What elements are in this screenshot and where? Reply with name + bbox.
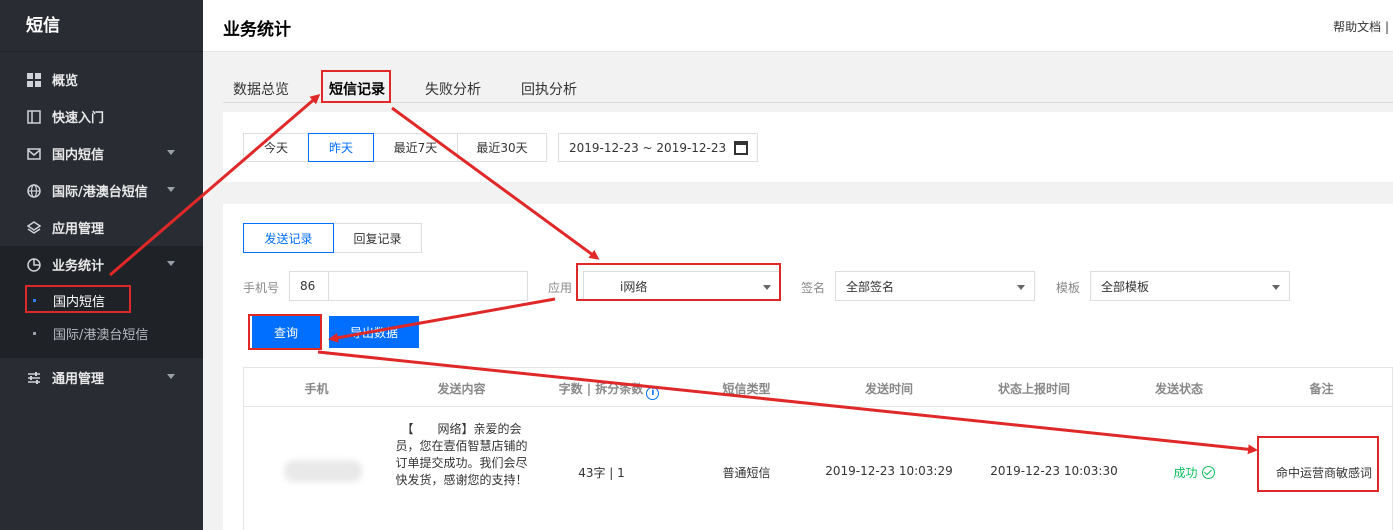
tab-reply-records[interactable]: 回复记录 [333, 223, 422, 253]
export-button[interactable]: 导出数据 [329, 316, 419, 348]
tab-bar: 数据总览 短信记录 失败分析 回执分析 [223, 70, 1393, 103]
cell-remark: 命中运营商敏感词 [1275, 466, 1372, 480]
bullet-dot [33, 331, 36, 335]
sidebar: 短信 概览 快速入门 国内短信 国际/港澳台短信 应用管理 业务统计 国内短信 … [0, 0, 203, 530]
sidebar-subitem-domestic-sms[interactable]: 国内短信 [0, 283, 203, 317]
sidebar-title: 短信 [0, 0, 203, 52]
date-option-yesterday[interactable]: 昨天 [308, 133, 374, 162]
sidebar-item-app-management[interactable]: 应用管理 [0, 209, 203, 246]
sign-select-value: 全部签名 [846, 279, 895, 294]
cell-content: 【 网络】亲爱的会员，您在壹佰智慧店铺的订单提交成功。我们会尽快发货，感谢您的支… [395, 422, 528, 487]
sidebar-item-label: 概览 [52, 74, 79, 89]
tab-failure-analysis[interactable]: 失败分析 [425, 79, 481, 99]
query-button[interactable]: 查询 [252, 316, 320, 348]
help-docs-link[interactable]: 帮助文档 | [1333, 18, 1389, 35]
col-header-phone: 手机 [304, 382, 329, 396]
col-header-count: 字数 | 拆分条数 i [534, 380, 684, 400]
records-table: 手机 发送内容 字数 | 拆分条数 i 短信类型 发送时间 状态上报时间 发送状态… [243, 367, 1393, 530]
book-icon [26, 109, 41, 124]
date-option-30days[interactable]: 最近30天 [457, 133, 547, 162]
phone-input[interactable] [328, 271, 528, 301]
info-icon[interactable]: i [646, 387, 660, 400]
table-header: 手机 发送内容 字数 | 拆分条数 i 短信类型 发送时间 状态上报时间 发送状态… [244, 368, 1393, 407]
chevron-down-icon [763, 285, 771, 290]
sliders-icon [26, 370, 41, 385]
sidebar-subitem-intl-sms[interactable]: 国际/港澳台短信 [0, 316, 203, 350]
app-label: 应用 [548, 281, 573, 295]
cell-status: 成功 [1119, 464, 1269, 481]
page-header: 业务统计 帮助文档 | [203, 0, 1393, 52]
chevron-down-icon [167, 150, 175, 155]
sidebar-item-label: 通用管理 [52, 372, 105, 387]
cell-count: 43字 | 1 [578, 466, 625, 480]
sidebar-item-label: 国内短信 [52, 148, 105, 163]
template-label: 模板 [1056, 281, 1081, 295]
template-select[interactable]: 全部模板 [1090, 271, 1290, 301]
active-dot [33, 298, 36, 302]
tab-send-records[interactable]: 发送记录 [243, 223, 334, 253]
sign-label: 签名 [801, 281, 826, 295]
chevron-down-icon [1272, 285, 1280, 290]
sidebar-item-quickstart[interactable]: 快速入门 [0, 98, 203, 135]
col-header-type: 短信类型 [722, 382, 771, 396]
sidebar-subitem-label: 国际/港澳台短信 [53, 327, 149, 343]
sidebar-item-general-management[interactable]: 通用管理 [0, 359, 203, 396]
calendar-icon [734, 141, 748, 155]
active-tab-underline [329, 101, 385, 103]
sidebar-item-label: 应用管理 [52, 222, 105, 237]
grid-icon [26, 72, 41, 87]
col-header-remark: 备注 [1309, 382, 1334, 396]
page-title: 业务统计 [223, 20, 291, 40]
sidebar-item-overview[interactable]: 概览 [0, 61, 203, 98]
sidebar-item-intl-sms[interactable]: 国际/港澳台短信 [0, 172, 203, 209]
sidebar-item-business-stats[interactable]: 业务统计 [0, 246, 203, 283]
template-select-value: 全部模板 [1101, 279, 1150, 294]
tab-data-overview[interactable]: 数据总览 [233, 79, 289, 99]
cell-report-time: 2019-12-23 10:03:30 [990, 464, 1118, 478]
tab-receipt-analysis[interactable]: 回执分析 [521, 79, 577, 99]
redacted-phone [284, 460, 362, 482]
status-success-text: 成功 [1173, 466, 1198, 480]
records-card: 发送记录 回复记录 手机号 86 应用 i网络 签名 全部签名 模板 全部模板 … [223, 204, 1393, 530]
sign-select[interactable]: 全部签名 [835, 271, 1035, 301]
date-option-7days[interactable]: 最近7天 [373, 133, 458, 162]
app-select[interactable]: i网络 [583, 271, 781, 301]
chevron-down-icon [167, 187, 175, 192]
chevron-down-icon [167, 374, 175, 379]
col-header-count-label: 字数 | 拆分条数 [558, 382, 644, 396]
date-option-today[interactable]: 今天 [243, 133, 309, 162]
sidebar-item-label: 国际/港澳台短信 [52, 185, 148, 200]
date-filter-card: 今天 昨天 最近7天 最近30天 2019-12-23 ~ 2019-12-23 [223, 112, 1393, 182]
cell-send-time: 2019-12-23 10:03:29 [825, 464, 953, 478]
sidebar-item-label: 快速入门 [52, 111, 105, 126]
sidebar-subitem-label: 国内短信 [53, 294, 106, 310]
col-header-report-time: 状态上报时间 [997, 382, 1070, 396]
date-range-value: 2019-12-23 ~ 2019-12-23 [569, 140, 727, 155]
sidebar-item-domestic-sms[interactable]: 国内短信 [0, 135, 203, 172]
col-header-send-time: 发送时间 [864, 382, 913, 396]
country-code-field[interactable]: 86 [289, 271, 329, 301]
chevron-down-icon [167, 261, 175, 266]
layers-icon [26, 220, 41, 235]
mail-icon [26, 146, 41, 161]
phone-label: 手机号 [243, 281, 280, 295]
col-header-status: 发送状态 [1154, 382, 1203, 396]
check-circle-icon [1201, 466, 1215, 479]
app-select-value: i网络 [620, 279, 648, 294]
sidebar-item-label: 业务统计 [52, 259, 105, 274]
chevron-down-icon [1017, 285, 1025, 290]
col-header-content: 发送内容 [437, 382, 486, 396]
globe-icon [26, 183, 41, 198]
pie-chart-icon [26, 257, 41, 272]
date-range-picker[interactable]: 2019-12-23 ~ 2019-12-23 [558, 133, 758, 162]
tab-sms-records[interactable]: 短信记录 [329, 79, 385, 99]
cell-type: 普通短信 [722, 466, 771, 480]
